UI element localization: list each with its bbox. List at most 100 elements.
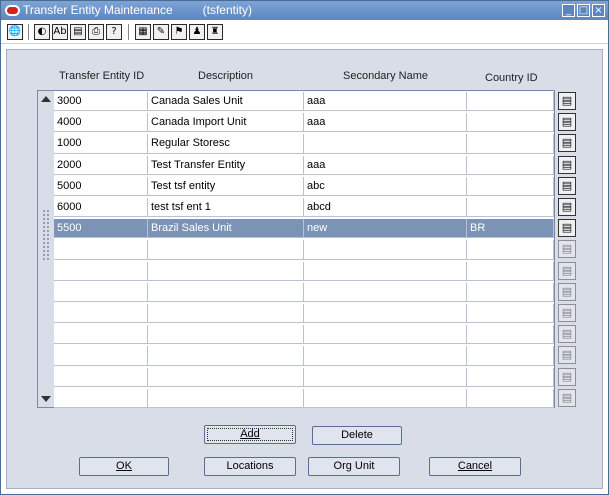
cell-description[interactable]: Test tsf entity: [148, 176, 304, 196]
minimize-icon[interactable]: _: [562, 4, 575, 17]
row-detail-icon[interactable]: ▤: [558, 134, 576, 153]
folder-icon[interactable]: ⚑: [171, 24, 187, 40]
table-row[interactable]: [38, 324, 554, 345]
cell-country[interactable]: [467, 113, 554, 133]
cell-description[interactable]: [148, 367, 304, 387]
org-unit-button[interactable]: Org Unit: [308, 457, 400, 476]
cell-country[interactable]: [467, 176, 554, 196]
cell-description[interactable]: Canada Sales Unit: [148, 92, 304, 112]
print-icon[interactable]: ⎙: [88, 24, 104, 40]
cell-description[interactable]: [148, 304, 304, 324]
cell-country[interactable]: [467, 92, 554, 112]
spell-icon[interactable]: Ab: [52, 24, 68, 40]
cell-secondary-name[interactable]: [304, 325, 467, 345]
cell-id[interactable]: [54, 240, 148, 260]
add-button[interactable]: Add: [204, 425, 296, 444]
cell-description[interactable]: [148, 388, 304, 408]
cell-country[interactable]: [467, 282, 554, 302]
cell-secondary-name[interactable]: aaa: [304, 113, 467, 133]
cell-id[interactable]: 5000: [54, 176, 148, 196]
cell-id[interactable]: [54, 367, 148, 387]
row-detail-icon[interactable]: ▤: [558, 113, 576, 132]
row-detail-icon[interactable]: ▤: [558, 155, 576, 174]
cell-country[interactable]: [467, 134, 554, 154]
table-row[interactable]: [38, 345, 554, 366]
row-detail-icon[interactable]: ▤: [558, 261, 576, 280]
cancel-button[interactable]: Cancel: [429, 457, 521, 476]
org-icon[interactable]: ♜: [207, 24, 223, 40]
cell-secondary-name[interactable]: new: [304, 219, 467, 239]
cell-secondary-name[interactable]: [304, 261, 467, 281]
cell-country[interactable]: [467, 198, 554, 218]
table-row[interactable]: [38, 303, 554, 324]
table-row[interactable]: 1000 Regular Storesc: [38, 133, 554, 154]
row-detail-icon[interactable]: ▤: [558, 346, 576, 365]
row-detail-icon[interactable]: ▤: [558, 240, 576, 259]
scroll-thumb[interactable]: [42, 209, 50, 261]
cell-secondary-name[interactable]: [304, 134, 467, 154]
table-row[interactable]: [38, 282, 554, 303]
cell-description[interactable]: Canada Import Unit: [148, 113, 304, 133]
row-detail-icon[interactable]: ▤: [558, 219, 576, 238]
row-detail-icon[interactable]: ▤: [558, 176, 576, 195]
cell-country[interactable]: [467, 240, 554, 260]
cell-id[interactable]: 6000: [54, 198, 148, 218]
title-bar[interactable]: Transfer Entity Maintenance (tsfentity) …: [1, 1, 608, 20]
cell-id[interactable]: [54, 282, 148, 302]
cell-country[interactable]: [467, 388, 554, 408]
delete-button[interactable]: Delete: [312, 426, 402, 445]
cell-country[interactable]: [467, 346, 554, 366]
cell-id[interactable]: 5500: [54, 219, 148, 239]
cell-secondary-name[interactable]: [304, 304, 467, 324]
cell-description[interactable]: Brazil Sales Unit: [148, 219, 304, 239]
maximize-icon[interactable]: □: [577, 4, 590, 17]
row-detail-icon[interactable]: ▤: [558, 282, 576, 301]
table-row[interactable]: 2000 Test Transfer Entity aaa: [38, 155, 554, 176]
row-detail-icon[interactable]: ▤: [558, 325, 576, 344]
row-detail-icon[interactable]: ▤: [558, 198, 576, 216]
cell-secondary-name[interactable]: [304, 388, 467, 408]
cell-secondary-name[interactable]: aaa: [304, 92, 467, 112]
row-detail-icon[interactable]: ▤: [558, 92, 576, 110]
cell-country[interactable]: BR: [467, 219, 554, 239]
cell-secondary-name[interactable]: [304, 346, 467, 366]
cell-id[interactable]: [54, 346, 148, 366]
cell-id[interactable]: [54, 388, 148, 408]
scroll-down-icon[interactable]: [41, 396, 51, 402]
cell-id[interactable]: 4000: [54, 113, 148, 133]
cell-description[interactable]: [148, 240, 304, 260]
table-row[interactable]: [38, 388, 554, 409]
help-icon[interactable]: ?: [106, 24, 122, 40]
row-detail-icon[interactable]: ▤: [558, 367, 576, 386]
cell-country[interactable]: [467, 325, 554, 345]
table-row[interactable]: [38, 239, 554, 260]
ok-button[interactable]: OK: [79, 457, 169, 476]
cell-country[interactable]: [467, 261, 554, 281]
edit-icon[interactable]: ✎: [153, 24, 169, 40]
locations-button[interactable]: Locations: [204, 457, 296, 476]
cell-id[interactable]: 2000: [54, 155, 148, 175]
back-icon[interactable]: ◐: [34, 24, 50, 40]
table-row[interactable]: 3000 Canada Sales Unit aaa: [38, 91, 554, 112]
vertical-scrollbar[interactable]: [37, 90, 54, 408]
table-row[interactable]: 5500 Brazil Sales Unit new BR: [38, 218, 554, 239]
row-detail-icon[interactable]: ▤: [558, 388, 576, 407]
cell-country[interactable]: [467, 304, 554, 324]
table-row[interactable]: [38, 261, 554, 282]
table-row[interactable]: 6000 test tsf ent 1 abcd: [38, 197, 554, 218]
save-icon[interactable]: ▤: [70, 24, 86, 40]
cell-description[interactable]: [148, 325, 304, 345]
cell-description[interactable]: [148, 346, 304, 366]
cell-id[interactable]: [54, 325, 148, 345]
scroll-up-icon[interactable]: [41, 96, 51, 102]
users-icon[interactable]: ♟: [189, 24, 205, 40]
table-row[interactable]: 5000 Test tsf entity abc: [38, 176, 554, 197]
cell-secondary-name[interactable]: [304, 367, 467, 387]
cell-id[interactable]: [54, 261, 148, 281]
cell-description[interactable]: Test Transfer Entity: [148, 155, 304, 175]
cell-id[interactable]: [54, 304, 148, 324]
table-row[interactable]: 4000 Canada Import Unit aaa: [38, 112, 554, 133]
cell-secondary-name[interactable]: [304, 282, 467, 302]
cell-country[interactable]: [467, 155, 554, 175]
cell-secondary-name[interactable]: abcd: [304, 198, 467, 218]
